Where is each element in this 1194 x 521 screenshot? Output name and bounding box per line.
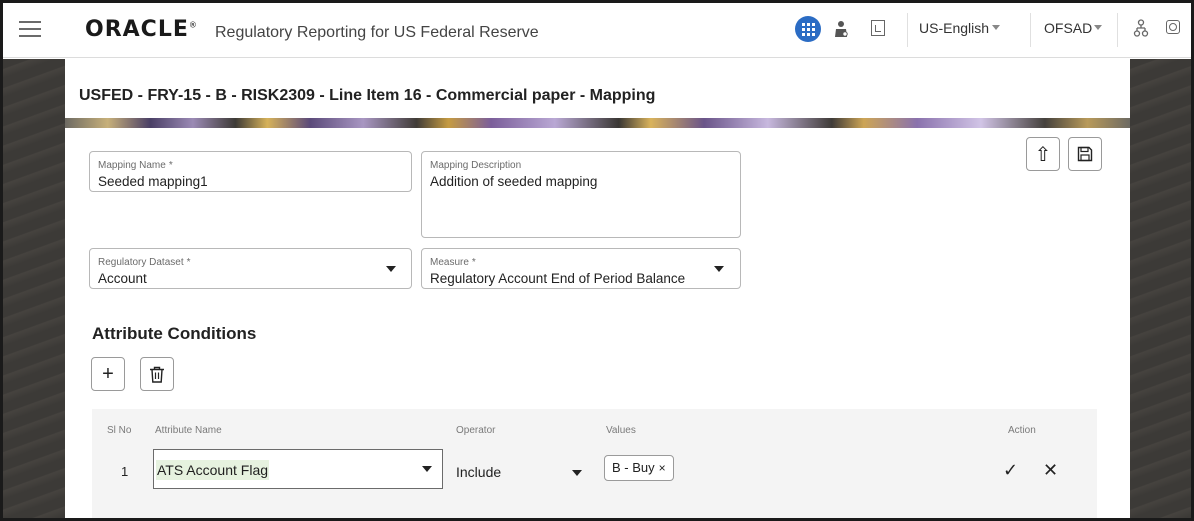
app-window: ORACLE® Regulatory Reporting for US Fede… — [0, 0, 1194, 521]
column-header-attribute-name: Attribute Name — [155, 425, 222, 436]
trash-icon — [150, 366, 164, 383]
decorative-banner — [65, 118, 1130, 128]
document-icon[interactable] — [871, 20, 885, 36]
mapping-description-field[interactable]: Mapping Description Addition of seeded m… — [421, 151, 741, 238]
save-icon — [1077, 146, 1093, 162]
mapping-description-label: Mapping Description — [430, 160, 522, 171]
save-button[interactable] — [1068, 137, 1102, 171]
header-divider — [907, 13, 908, 47]
page-title: USFED - FRY-15 - B - RISK2309 - Line Ite… — [79, 87, 656, 104]
upload-button[interactable]: ⇧ — [1026, 137, 1060, 171]
mapping-name-field[interactable]: Mapping Name * Seeded mapping1 — [89, 151, 412, 192]
sitemap-icon[interactable] — [1133, 19, 1149, 37]
attribute-conditions-table: Sl No Attribute Name Operator Values Act… — [92, 409, 1097, 518]
regulatory-dataset-value: Account — [98, 271, 147, 286]
accept-icon[interactable]: ✓ — [1003, 460, 1018, 481]
row-sl-no: 1 — [121, 464, 129, 479]
attribute-name-select[interactable]: ATS Account Flag — [153, 449, 443, 489]
column-header-sl-no: Sl No — [107, 425, 132, 436]
apps-grid-icon[interactable] — [795, 16, 821, 42]
measure-value: Regulatory Account End of Period Balance — [430, 271, 686, 286]
delete-condition-button[interactable] — [140, 357, 174, 391]
cancel-icon[interactable]: ✕ — [1043, 460, 1058, 481]
user-menu[interactable]: OFSAD — [1044, 20, 1092, 36]
value-chip[interactable]: B - Buy × — [604, 455, 674, 481]
main-content: USFED - FRY-15 - B - RISK2309 - Line Ite… — [65, 59, 1130, 518]
header-divider — [1030, 13, 1031, 47]
upload-icon: ⇧ — [1034, 143, 1052, 166]
attribute-name-value: ATS Account Flag — [156, 460, 270, 480]
app-header: ORACLE® Regulatory Reporting for US Fede… — [3, 3, 1191, 58]
right-background-panel — [1130, 59, 1191, 518]
measure-select[interactable]: Measure * Regulatory Account End of Perio… — [421, 248, 741, 289]
chevron-down-icon[interactable] — [386, 266, 396, 272]
mapping-name-value: Seeded mapping1 — [98, 174, 208, 189]
regulatory-dataset-select[interactable]: Regulatory Dataset * Account — [89, 248, 412, 289]
language-caret-icon[interactable] — [992, 25, 1000, 30]
operator-select[interactable]: Include — [456, 464, 501, 480]
person-icon[interactable] — [833, 20, 849, 38]
remove-chip-icon[interactable]: × — [659, 461, 666, 475]
chevron-down-icon[interactable] — [572, 470, 582, 476]
chevron-down-icon[interactable] — [422, 466, 432, 472]
menu-icon[interactable] — [19, 21, 41, 37]
plus-icon: + — [102, 362, 114, 385]
left-background-panel — [3, 59, 65, 518]
logo-mark: ® — [188, 20, 198, 30]
user-caret-icon[interactable] — [1094, 25, 1102, 30]
chevron-down-icon[interactable] — [714, 266, 724, 272]
settings-icon[interactable] — [1166, 20, 1180, 34]
regulatory-dataset-label: Regulatory Dataset * — [98, 257, 191, 268]
mapping-name-label: Mapping Name * — [98, 160, 173, 171]
oracle-logo: ORACLE® — [85, 17, 198, 42]
add-condition-button[interactable]: + — [91, 357, 125, 391]
language-select[interactable]: US-English — [919, 20, 989, 36]
column-header-values: Values — [606, 425, 636, 436]
app-title: Regulatory Reporting for US Federal Rese… — [215, 24, 539, 41]
value-chip-label: B - Buy — [612, 460, 655, 475]
mapping-description-value: Addition of seeded mapping — [430, 174, 598, 189]
attribute-conditions-title: Attribute Conditions — [92, 324, 257, 343]
measure-label: Measure * — [430, 257, 476, 268]
column-header-operator: Operator — [456, 425, 496, 436]
column-header-action: Action — [1008, 425, 1036, 436]
header-divider — [1117, 13, 1118, 47]
logo-text: ORACLE — [85, 17, 189, 42]
